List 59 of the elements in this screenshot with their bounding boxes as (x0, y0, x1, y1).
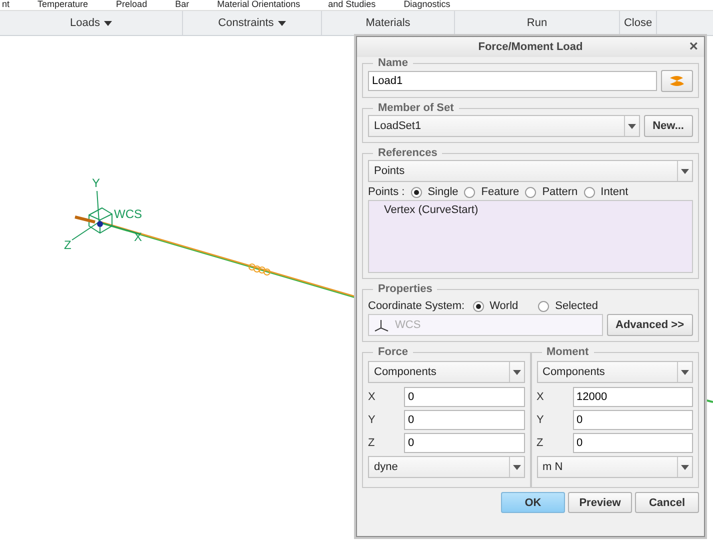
spring-icon (248, 264, 270, 276)
value-field[interactable]: 0 (404, 410, 524, 430)
radio-option[interactable]: Feature (464, 186, 520, 198)
ribbon-command[interactable]: Diagnostics (404, 0, 450, 10)
mode-dropdown[interactable]: Components (368, 361, 524, 383)
axis-label: Y (536, 414, 545, 426)
section-legend: References (373, 147, 442, 159)
value-field[interactable]: 12000 (572, 387, 693, 407)
section-legend: Force (373, 346, 413, 358)
radio-option[interactable]: Selected (538, 300, 598, 312)
unit-dropdown[interactable]: m N (536, 456, 693, 478)
axis-label: X (536, 391, 545, 403)
name-field[interactable]: Load1 (368, 71, 657, 91)
coordinate-system-drawing (72, 190, 140, 240)
set-dropdown[interactable]: LoadSet1 (368, 115, 640, 137)
axis-label: X (134, 230, 142, 244)
unit-dropdown[interactable]: dyne (368, 456, 524, 478)
axis-label: WCS (114, 207, 142, 221)
axis-label: X (368, 391, 376, 403)
axis-label: Y (368, 414, 376, 426)
ribbon-command[interactable]: Temperature (38, 0, 88, 10)
list-item[interactable]: Vertex (CurveStart) (384, 204, 677, 216)
axis-label: Z (536, 437, 544, 449)
reference-type-dropdown[interactable]: Points (368, 160, 693, 182)
ribbon-group-tab[interactable]: Loads (0, 11, 183, 35)
section-legend: Properties (373, 283, 438, 295)
field-label: Coordinate System: (368, 300, 465, 312)
ribbon-command[interactable]: Preload (116, 0, 148, 10)
ribbon-group-tab[interactable]: Constraints (183, 11, 322, 35)
dialog-button[interactable]: Cancel (635, 492, 699, 513)
color-button[interactable] (661, 70, 693, 92)
advanced-button[interactable]: Advanced >> (606, 314, 693, 336)
value-field[interactable]: 0 (572, 433, 693, 453)
axis-label: Z (64, 238, 72, 252)
axis-label: Z (368, 437, 376, 449)
value-field[interactable]: 0 (404, 433, 524, 453)
close-button[interactable]: × (689, 39, 698, 54)
value-field[interactable]: 0 (404, 387, 524, 407)
new-button[interactable]: New... (644, 115, 693, 137)
radio-option[interactable]: Intent (584, 186, 628, 198)
ribbon-command[interactable]: Material Orientations (217, 0, 300, 10)
dialog-title: Force/Moment Load (478, 41, 583, 53)
load-color-icon (668, 75, 686, 87)
radio-option[interactable]: Pattern (525, 186, 578, 198)
section-legend: Member of Set (373, 102, 459, 114)
dialog-button[interactable]: Preview (568, 492, 632, 513)
axis-label: Y (92, 176, 100, 190)
mode-dropdown[interactable]: Components (536, 361, 693, 383)
load-arrow-icon (74, 216, 103, 227)
radio-option[interactable]: World (472, 300, 518, 312)
ribbon-command[interactable]: Bar (175, 0, 190, 10)
dialog-button[interactable]: OK (501, 492, 565, 513)
section-legend: Name (373, 57, 413, 69)
field-label: Points : (368, 186, 405, 198)
section-legend: Moment (542, 346, 594, 358)
value-field[interactable]: 0 (572, 410, 693, 430)
ribbon-command[interactable]: nt (2, 0, 10, 10)
radio-option[interactable]: Single (410, 186, 458, 198)
ribbon-command[interactable]: and Studies (328, 0, 376, 10)
